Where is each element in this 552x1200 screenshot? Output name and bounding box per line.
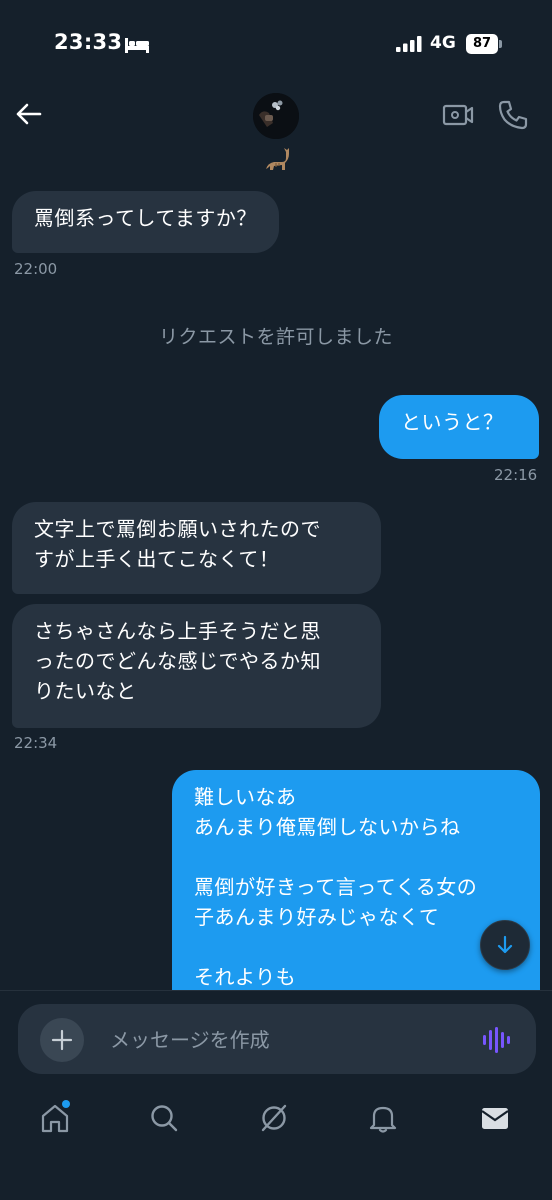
network-type: 4G (430, 33, 456, 53)
grok-icon (261, 1104, 287, 1132)
message-timestamp: 22:00 (14, 260, 58, 278)
message-timestamp: 22:34 (14, 734, 58, 752)
cat-emoji (266, 148, 289, 170)
message-bubble-outgoing[interactable]: というと？ (379, 395, 539, 459)
system-note: リクエストを許可しました (158, 326, 393, 348)
message-timestamp: 22:16 (494, 466, 538, 484)
back-button[interactable] (10, 96, 46, 132)
avatar[interactable] (253, 93, 299, 139)
nav-messages[interactable] (475, 1098, 515, 1138)
video-call-button[interactable] (440, 98, 476, 132)
add-media-button[interactable] (40, 1018, 84, 1062)
arrow-down-icon (497, 935, 513, 954)
message-bubble-incoming[interactable]: 文字上で罵倒お願いされたので すが上手く出てこなくて！ (12, 502, 381, 594)
battery-cap (499, 40, 502, 48)
message-bubble-incoming[interactable]: さちゃさんなら上手そうだと思 ったのでどんな感じでやるか知 りたいなと (12, 604, 381, 728)
scroll-to-bottom-button[interactable] (480, 920, 530, 970)
phone-icon (498, 100, 528, 130)
message-composer (18, 1004, 536, 1074)
message-input[interactable] (108, 1022, 468, 1058)
message-bubble-incoming[interactable]: 罵倒系ってしてますか？ (12, 191, 279, 253)
video-call-icon (442, 104, 474, 126)
avatar-image (253, 93, 299, 139)
voice-message-button[interactable] (480, 1024, 512, 1056)
notification-dot (62, 1100, 70, 1108)
signal-icon (396, 36, 422, 52)
battery-level: 87 (466, 34, 498, 54)
dm-screen: 23:33 4G 87 罵倒系ってしてますか？ 22:00 リクエストを許可しま… (0, 0, 552, 1200)
nav-grok[interactable] (254, 1098, 294, 1138)
status-time: 23:33 (54, 30, 123, 54)
notifications-icon (369, 1106, 397, 1133)
messages-icon (481, 1108, 509, 1129)
nav-search[interactable] (144, 1098, 184, 1138)
search-icon (151, 1105, 178, 1132)
back-arrow-icon (16, 103, 42, 125)
battery-indicator: 87 (466, 34, 502, 54)
voice-waveform-icon (483, 1027, 510, 1053)
plus-icon (51, 1029, 73, 1051)
nav-notifications[interactable] (363, 1098, 403, 1138)
sleep-focus-icon (125, 38, 149, 53)
phone-call-button[interactable] (496, 98, 530, 132)
